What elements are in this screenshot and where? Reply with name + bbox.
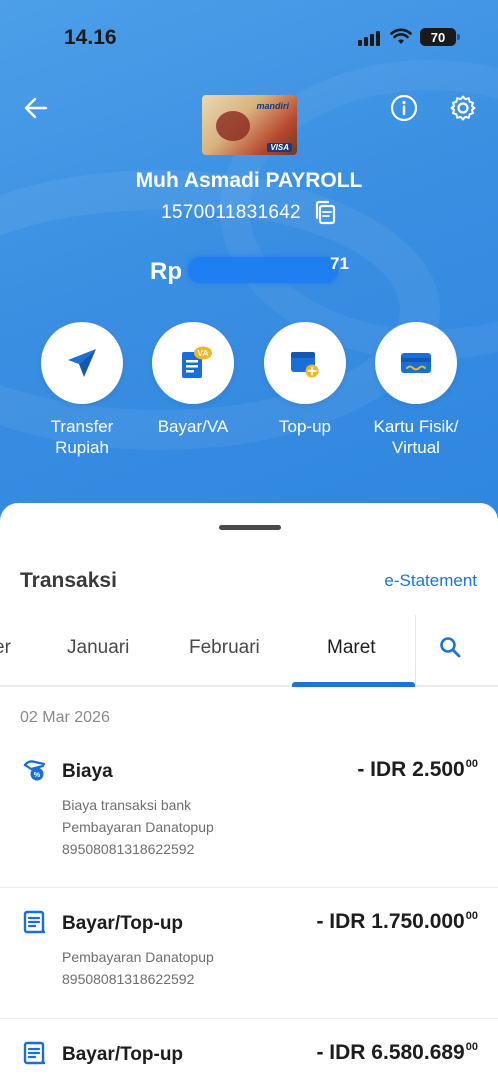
top-up-button[interactable]: Top-up [250, 322, 360, 437]
account-name: Muh Asmadi PAYROLL [135, 169, 363, 192]
tab-maret[interactable]: Maret [327, 637, 376, 659]
receipt-icon [23, 910, 45, 934]
transaction-title: Bayar/Top-up [62, 1044, 184, 1065]
date-header: 02 Mar 2026 [20, 709, 110, 726]
search-icon [440, 637, 461, 658]
wifi-icon [390, 28, 412, 44]
transaction-detail: Pembayaran Danatopup [62, 949, 214, 965]
balance-currency: Rp [150, 258, 182, 285]
bill-va-icon: VA [182, 346, 212, 378]
tab-februari[interactable]: Februari [189, 637, 260, 659]
card-icon [401, 353, 431, 373]
balance-redaction [188, 257, 338, 283]
transaction-item[interactable]: % Biaya - IDR 2.50000 Biaya transaksi ba… [0, 757, 498, 867]
receipt-icon [23, 1041, 45, 1065]
wallet-plus-icon [291, 352, 319, 378]
card-network: VISA [267, 143, 292, 152]
kartu-fisik-virtual-button[interactable]: Kartu Fisik/ Virtual [361, 322, 471, 458]
account-header: 14.16 70 mandiri VISA Muh Asmadi PAYROLL… [0, 0, 498, 540]
tab-januari[interactable]: Januari [67, 637, 129, 659]
divider [0, 887, 498, 888]
transaction-title: Biaya [62, 761, 113, 782]
account-number-row: 1570011831642 [0, 200, 498, 226]
action-label: Bayar/VA [157, 417, 229, 436]
account-number: 1570011831642 [161, 202, 301, 223]
transactions-title: Transaksi [20, 569, 117, 592]
e-statement-link[interactable]: e-Statement [384, 571, 477, 591]
card-thumbnail: mandiri VISA [202, 95, 297, 155]
tab-desember[interactable]: er [0, 637, 11, 659]
fee-icon: % [23, 760, 46, 781]
status-bar: 14.16 70 [0, 22, 498, 54]
transaction-item[interactable]: Bayar/Top-up - IDR 6.580.68900 [0, 1040, 498, 1080]
transaction-title: Bayar/Top-up [62, 913, 184, 934]
bayar-va-button[interactable]: VA Bayar/VA [138, 322, 248, 437]
status-time: 14.16 [64, 26, 117, 49]
back-button[interactable] [22, 94, 50, 122]
battery-icon: 70 [420, 28, 460, 46]
transaction-detail: 89508081318622592 [62, 971, 195, 987]
divider [0, 1018, 498, 1019]
transaction-amount: - IDR 2.50000 [357, 758, 478, 781]
transaction-item[interactable]: Bayar/Top-up - IDR 1.750.00000 Pembayara… [0, 909, 498, 999]
info-button[interactable] [390, 94, 418, 122]
arrow-left-icon [24, 97, 48, 119]
transaction-detail: 89508081318622592 [62, 841, 195, 857]
balance-suffix: 71 [330, 254, 349, 273]
transactions-sheet: Transaksi e-Statement er Januari Februar… [0, 503, 498, 1080]
tab-divider [415, 615, 416, 685]
action-circle [41, 322, 123, 404]
gear-icon [450, 95, 476, 121]
transaction-amount: - IDR 1.750.00000 [316, 910, 478, 933]
action-label: Top-up [279, 417, 331, 436]
transaction-detail: Biaya transaksi bank [62, 797, 192, 813]
month-tabs: er Januari Februari Maret [0, 623, 498, 687]
battery-level: 70 [430, 29, 446, 45]
action-circle: VA [152, 322, 234, 404]
action-circle [375, 322, 457, 404]
sheet-drag-handle[interactable] [219, 525, 281, 530]
action-label: Transfer Rupiah [50, 417, 114, 457]
copy-icon[interactable] [313, 200, 337, 226]
action-label: Kartu Fisik/ Virtual [373, 417, 459, 457]
action-circle [264, 322, 346, 404]
svg-text:%: % [34, 772, 41, 779]
va-badge: VA [197, 348, 208, 358]
send-icon [68, 349, 96, 377]
settings-button[interactable] [449, 94, 477, 122]
cellular-signal-icon [358, 30, 380, 46]
info-icon [390, 94, 418, 122]
transfer-rupiah-button[interactable]: Transfer Rupiah [27, 322, 137, 458]
transaction-detail: Pembayaran Danatopup [62, 819, 214, 835]
card-brand: mandiri [256, 101, 289, 111]
transaction-amount: - IDR 6.580.68900 [316, 1041, 478, 1064]
search-button[interactable] [438, 635, 462, 659]
active-tab-indicator [292, 682, 415, 687]
